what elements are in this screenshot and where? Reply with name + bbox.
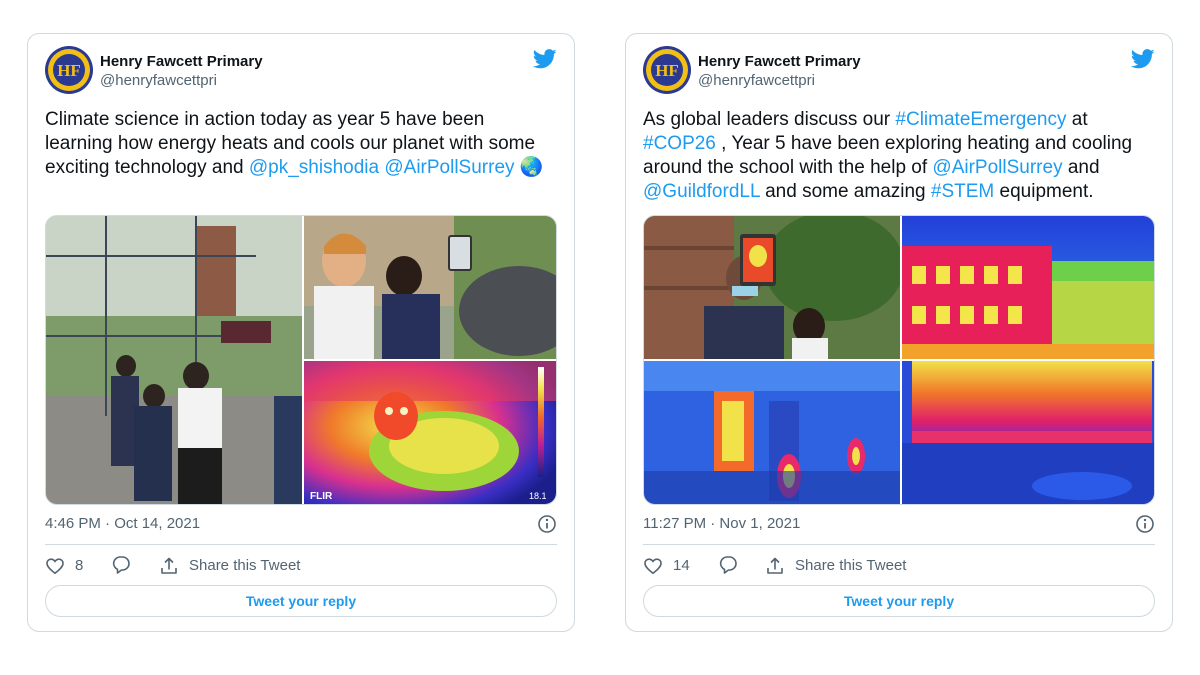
share-button[interactable]: Share this Tweet (159, 554, 300, 578)
reply-button[interactable] (111, 554, 131, 574)
thermal-image-radiators[interactable] (644, 361, 900, 505)
author-name[interactable]: Henry Fawcett Primary (100, 52, 263, 71)
author-handle[interactable]: @henryfawcettpri (698, 71, 861, 90)
author-name[interactable]: Henry Fawcett Primary (698, 52, 861, 71)
thermal-brand-label: FLIR (310, 491, 333, 502)
author-block[interactable]: Henry Fawcett Primary @henryfawcettpri (100, 52, 263, 90)
tweet-card-1[interactable]: HF Henry Fawcett Primary @henryfawcettpr… (27, 33, 575, 632)
share-icon (767, 557, 783, 574)
timestamp[interactable]: 4:46 PM · Oct 14, 2021 (45, 515, 200, 532)
reply-bubble-icon (719, 556, 737, 574)
media-grid (643, 215, 1155, 505)
avatar[interactable]: HF (643, 46, 691, 94)
media-grid: FLIR 18.1 (45, 215, 557, 505)
avatar[interactable]: HF (45, 46, 93, 94)
author-handle[interactable]: @henryfawcettpri (100, 71, 263, 90)
heart-icon (644, 558, 662, 575)
text-segment: and (1062, 157, 1100, 178)
mention-link[interactable]: @GuildfordLL (643, 181, 760, 202)
text-segment: As global leaders discuss our (643, 109, 896, 130)
share-icon (161, 557, 177, 574)
timestamp[interactable]: 11:27 PM · Nov 1, 2021 (643, 515, 800, 532)
like-count: 8 (75, 557, 84, 574)
tweet-your-reply-button[interactable]: Tweet your reply (45, 585, 557, 617)
info-icon[interactable] (1135, 514, 1155, 534)
photo-playground[interactable] (46, 216, 302, 505)
tweet-actions: 14 Share this Tweet (643, 554, 1155, 578)
share-label: Share this Tweet (189, 557, 301, 574)
like-count: 14 (673, 557, 690, 574)
avatar-initials: HF (57, 61, 81, 80)
globe-emoji: 🌏 (514, 157, 544, 178)
author-block[interactable]: Henry Fawcett Primary @henryfawcettpri (698, 52, 861, 90)
tweet-card-2[interactable]: HF Henry Fawcett Primary @henryfawcettpr… (625, 33, 1173, 632)
tweet-actions: 8 Share this Tweet (45, 554, 557, 578)
text-segment: and some amazing (759, 181, 931, 202)
tweet-header: HF Henry Fawcett Primary @henryfawcettpr… (643, 46, 1155, 96)
like-button[interactable]: 14 (643, 554, 690, 578)
reply-button[interactable] (718, 554, 738, 574)
tweet-text: As global leaders discuss our #ClimateEm… (643, 108, 1155, 204)
share-button[interactable]: Share this Tweet (765, 554, 906, 578)
text-segment: at (1066, 109, 1088, 130)
mention-link[interactable]: @AirPollSurrey (384, 157, 514, 178)
twitter-bird-icon[interactable] (1131, 49, 1155, 69)
tweet-your-reply-button[interactable]: Tweet your reply (643, 585, 1155, 617)
divider (643, 544, 1155, 545)
tweet-timestamp-row: 11:27 PM · Nov 1, 2021 (643, 512, 1155, 536)
photo-children-with-tablet[interactable] (304, 216, 557, 359)
heart-icon (46, 558, 64, 575)
thermal-image-screen[interactable] (902, 361, 1155, 505)
mention-link[interactable]: @pk_shishodia (249, 157, 379, 178)
hashtag-link[interactable]: #COP26 (643, 133, 716, 154)
share-label: Share this Tweet (795, 557, 907, 574)
avatar-initials: HF (655, 61, 679, 80)
mention-link[interactable]: @AirPollSurrey (932, 157, 1062, 178)
thermal-temp-label: 18.1 (529, 491, 547, 501)
photo-adult-with-tablet[interactable] (644, 216, 900, 359)
text-segment: equipment. (994, 181, 1094, 202)
reply-bubble-icon (112, 556, 130, 574)
hashtag-link[interactable]: #ClimateEmergency (895, 109, 1066, 130)
tweet-text: Climate science in action today as year … (45, 108, 557, 180)
thermal-image-cat[interactable]: FLIR 18.1 (304, 361, 557, 505)
thermal-image-building[interactable] (902, 216, 1155, 359)
hashtag-link[interactable]: #STEM (931, 181, 994, 202)
tweet-header: HF Henry Fawcett Primary @henryfawcettpr… (45, 46, 557, 96)
tweet-timestamp-row: 4:46 PM · Oct 14, 2021 (45, 512, 557, 536)
info-icon[interactable] (537, 514, 557, 534)
like-button[interactable]: 8 (45, 554, 83, 578)
divider (45, 544, 557, 545)
twitter-bird-icon[interactable] (533, 49, 557, 69)
